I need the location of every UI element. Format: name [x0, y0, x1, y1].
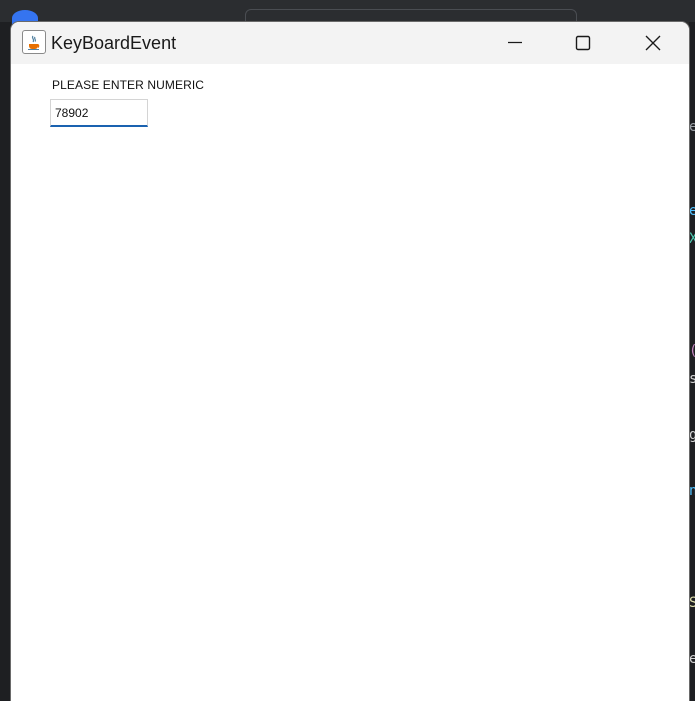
- background-code-glyph: (: [689, 344, 695, 358]
- maximize-icon: [575, 35, 591, 51]
- background-code-glyph: s: [689, 372, 695, 386]
- window-title: KeyBoardEvent: [51, 33, 177, 53]
- background-ide-editor-edge: e e X ( s g n S e: [689, 22, 695, 701]
- close-icon: [645, 35, 661, 51]
- background-code-glyph: e: [689, 204, 695, 218]
- background-code-glyph: S: [689, 596, 695, 610]
- maximize-button[interactable]: [549, 22, 617, 64]
- background-code-glyph: g: [689, 428, 695, 442]
- background-code-glyph: e: [689, 120, 695, 134]
- numeric-prompt-label: PLEASE ENTER NUMERIC: [52, 78, 205, 92]
- keyboard-event-window: KeyBoardEvent PLEASE ENTER NUMERIC: [11, 22, 689, 701]
- background-code-glyph: X: [689, 232, 695, 246]
- minimize-button[interactable]: [481, 22, 549, 64]
- background-code-glyph: e: [689, 652, 695, 666]
- background-code-glyph: n: [689, 484, 695, 498]
- background-ide-left-edge: [0, 22, 11, 701]
- content-pane: PLEASE ENTER NUMERIC: [11, 64, 689, 701]
- title-bar[interactable]: KeyBoardEvent: [11, 22, 689, 64]
- close-button[interactable]: [619, 22, 687, 64]
- minimize-icon: [508, 41, 522, 44]
- java-icon: [22, 30, 46, 54]
- numeric-input[interactable]: [50, 99, 148, 127]
